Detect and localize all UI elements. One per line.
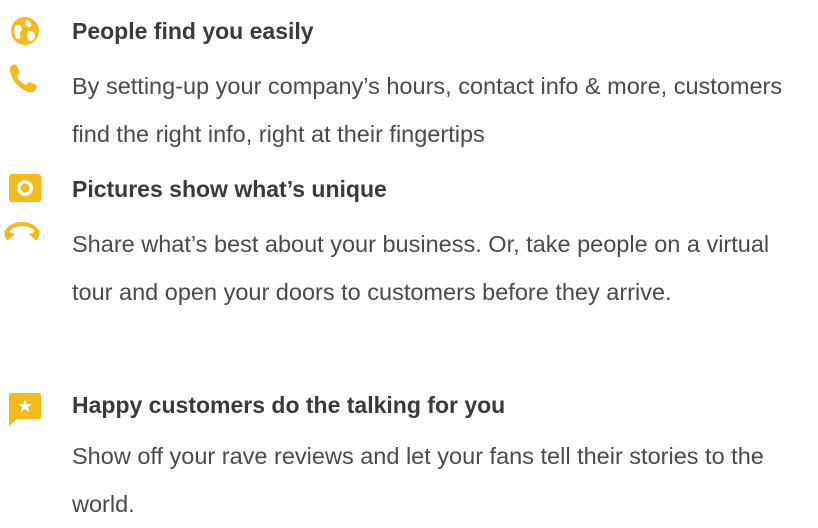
360-tour-icon [2, 222, 42, 248]
review-star-icon [9, 393, 41, 427]
feature-pictures-unique-description: Share what’s best about your business. O… [72, 231, 770, 305]
feature-pictures-unique-title: Pictures show what’s unique [72, 176, 387, 202]
feature-happy-customers-title: Happy customers do the talking for you [72, 392, 506, 418]
globe-icon [10, 16, 40, 46]
phone-icon [8, 62, 38, 94]
camera-icon [9, 174, 41, 202]
feature-find-easily-description: By setting-up your company’s hours, cont… [72, 73, 783, 147]
feature-find-easily-title: People find you easily [72, 18, 314, 44]
feature-happy-customers-description: Show off your rave reviews and let your … [72, 443, 764, 517]
